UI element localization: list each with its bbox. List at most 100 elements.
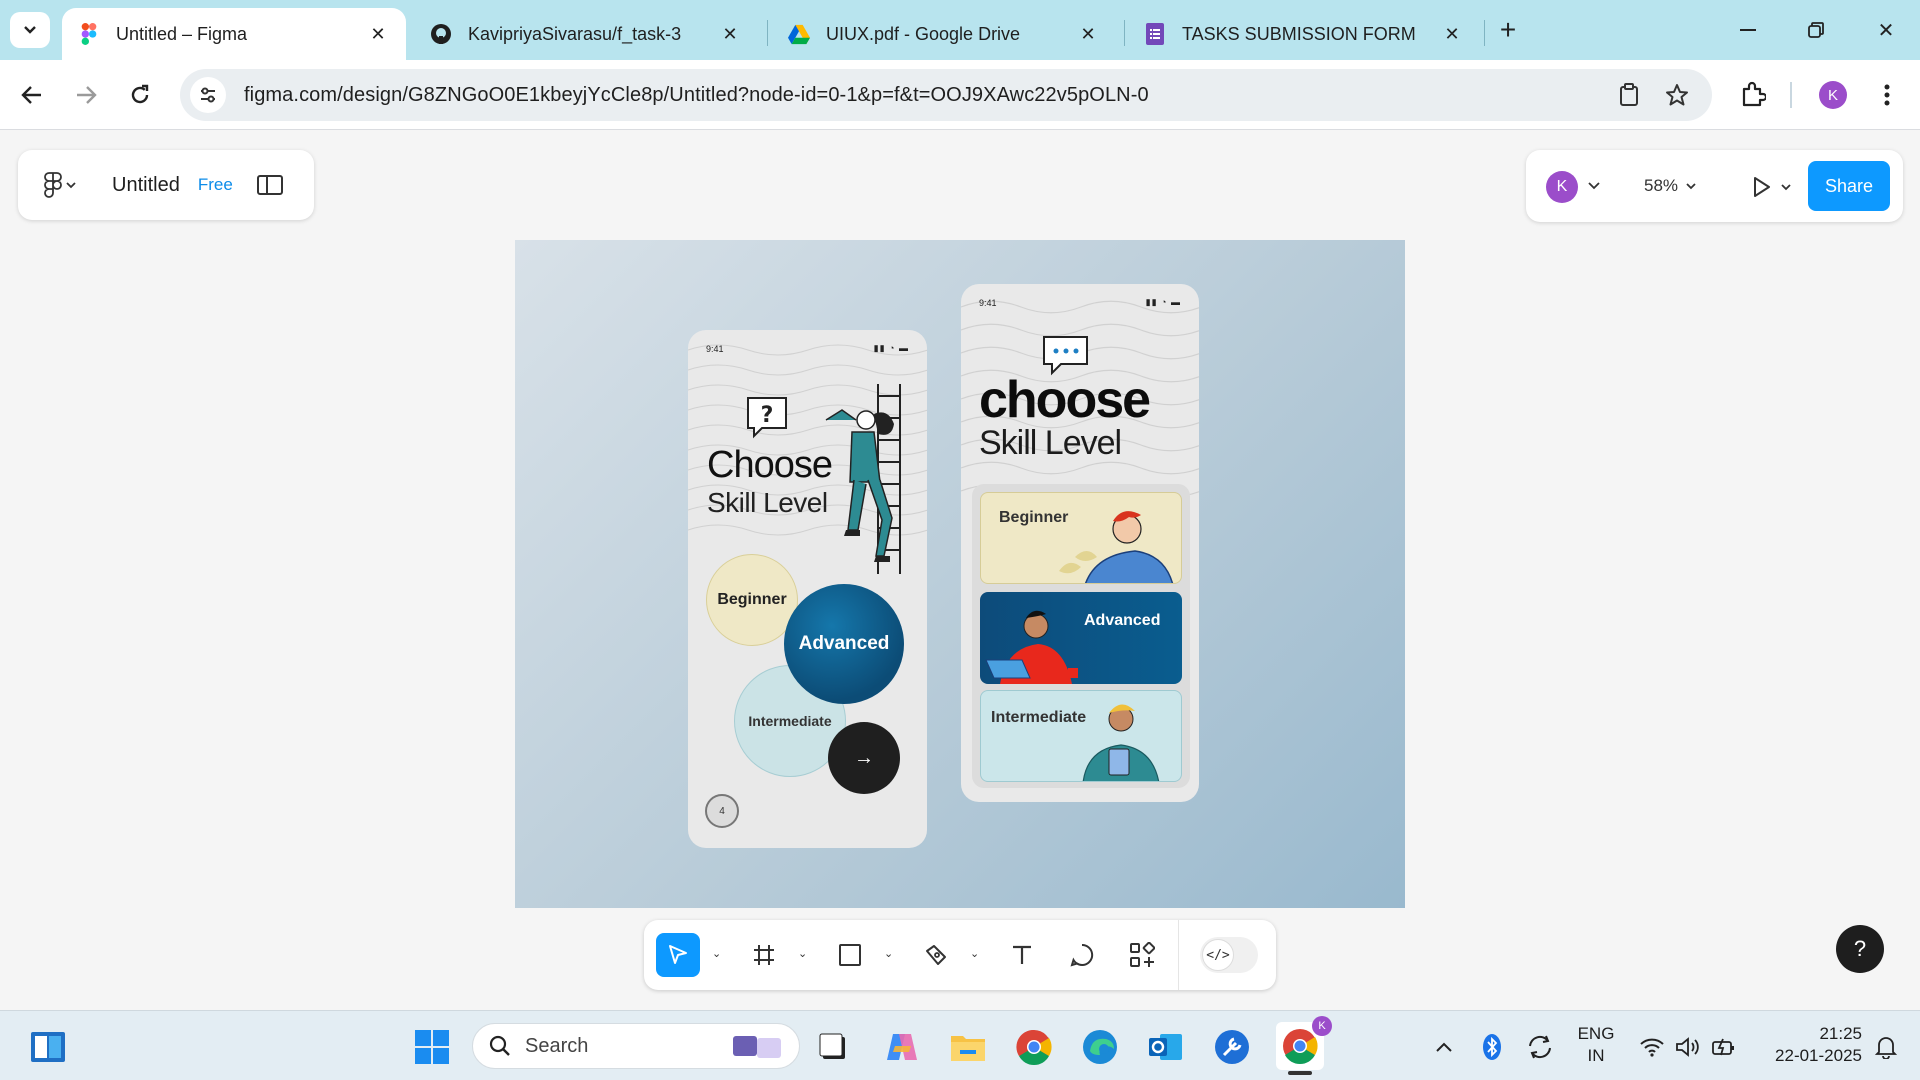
close-icon[interactable]: ✕: [1076, 22, 1100, 46]
outlook-icon[interactable]: [1144, 1025, 1188, 1069]
comment-tool[interactable]: [1060, 933, 1104, 977]
clock[interactable]: 21:25 22-01-2025: [1758, 1023, 1862, 1067]
phone-mockup-circles[interactable]: 9:41 ▮▮ ◔ ▬ ? Choose Skill Level Beginne…: [688, 330, 927, 848]
status-time: 9:41: [706, 344, 724, 354]
sync-icon[interactable]: [1518, 1025, 1562, 1069]
file-explorer-icon[interactable]: [946, 1025, 990, 1069]
figma-header-right: K 58% Share: [1526, 150, 1903, 222]
svg-text:?: ?: [761, 403, 774, 428]
help-button[interactable]: ?: [1836, 925, 1884, 973]
screen-title: choose: [979, 371, 1151, 429]
figma-main-menu[interactable]: [44, 172, 84, 198]
widgets-icon[interactable]: [26, 1025, 70, 1069]
move-tool[interactable]: [656, 933, 700, 977]
actions-tool[interactable]: [1120, 933, 1164, 977]
taskbar-search[interactable]: Search: [472, 1023, 800, 1069]
tab-title: KavipriyaSivarasu/f_task-3: [468, 23, 682, 44]
minimize-button[interactable]: [1728, 12, 1768, 48]
forward-button[interactable]: [68, 77, 104, 113]
beginner-card[interactable]: Beginner: [980, 492, 1182, 584]
restore-button[interactable]: [1796, 12, 1836, 48]
minimize-icon: [1740, 29, 1756, 31]
figma-logo-icon: [44, 172, 62, 198]
more-menu-icon[interactable]: [1870, 78, 1904, 112]
language-indicator[interactable]: ENG IN: [1570, 1023, 1622, 1067]
skill-card-list: Beginner Advanced Intermediate: [972, 484, 1190, 788]
advanced-option[interactable]: Advanced: [784, 584, 904, 704]
copilot-icon[interactable]: [880, 1025, 924, 1069]
browser-tab-strip: Untitled – Figma ✕ KavipriyaSivarasu/f_t…: [0, 0, 1920, 60]
close-icon[interactable]: ✕: [366, 22, 390, 46]
advanced-card[interactable]: Advanced: [980, 592, 1182, 684]
back-button[interactable]: [14, 77, 50, 113]
text-icon: [1013, 945, 1031, 964]
chevron-down-icon[interactable]: [1588, 182, 1600, 190]
arrow-right-icon: [77, 86, 97, 104]
settings-tool-icon[interactable]: [1210, 1025, 1254, 1069]
restore-icon: [1808, 22, 1824, 38]
site-info-icon[interactable]: [190, 77, 226, 113]
frame-icon: [754, 945, 774, 965]
reload-button[interactable]: [122, 77, 158, 113]
chevron-down-icon[interactable]: ⌄: [970, 947, 979, 960]
beginner-illustration: [1059, 511, 1174, 583]
edge-icon[interactable]: [1078, 1025, 1122, 1069]
tab-google-forms[interactable]: TASKS SUBMISSION FORM ✕: [1128, 8, 1480, 60]
cursor-icon: [669, 945, 687, 964]
notification-bell-icon[interactable]: [1864, 1025, 1908, 1069]
chrome-icon[interactable]: [1012, 1025, 1056, 1069]
chevron-down-icon: [66, 182, 76, 189]
battery-icon[interactable]: [1702, 1025, 1746, 1069]
tab-google-drive[interactable]: UIUX.pdf - Google Drive ✕: [772, 8, 1116, 60]
zoom-level: 58%: [1643, 176, 1679, 195]
close-icon[interactable]: ✕: [1440, 22, 1464, 46]
shape-tool[interactable]: [828, 933, 872, 977]
tab-search-button[interactable]: [10, 12, 50, 48]
arrow-right-icon: →: [854, 746, 874, 769]
share-button[interactable]: Share: [1808, 161, 1890, 211]
file-name[interactable]: Untitled: [112, 174, 180, 197]
chevron-down-icon[interactable]: ⌄: [884, 947, 893, 960]
dev-mode-toggle[interactable]: </>: [1200, 937, 1258, 973]
bluetooth-icon[interactable]: [1470, 1025, 1514, 1069]
pen-tool[interactable]: [914, 933, 958, 977]
chrome-profile-icon[interactable]: K: [1276, 1016, 1332, 1070]
new-tab-button[interactable]: +: [1492, 14, 1524, 46]
tab-github[interactable]: KavipriyaSivarasu/f_task-3 ✕: [414, 8, 758, 60]
plan-badge[interactable]: Free: [198, 175, 233, 195]
chevron-down-icon: [1781, 183, 1791, 190]
tab-title: TASKS SUBMISSION FORM: [1182, 23, 1416, 44]
text-tool[interactable]: [1000, 933, 1044, 977]
address-bar[interactable]: figma.com/design/G8ZNGoO0E1kbeyjYcCle8p/…: [180, 69, 1712, 121]
chevron-down-icon: [1686, 182, 1696, 189]
close-window-button[interactable]: ✕: [1866, 12, 1906, 48]
profile-avatar[interactable]: K: [1816, 78, 1850, 112]
chevron-up-icon[interactable]: [1422, 1025, 1466, 1069]
url-text: figma.com/design/G8ZNGoO0E1kbeyjYcCle8p/…: [244, 83, 1149, 106]
github-icon: [430, 23, 452, 45]
sidebar-toggle-icon[interactable]: [256, 175, 283, 195]
chevron-down-icon[interactable]: ⌄: [798, 947, 807, 960]
figma-icon: [78, 23, 100, 45]
comment-icon: [1070, 943, 1094, 967]
design-frame[interactable]: [515, 240, 1405, 908]
extensions-icon[interactable]: [1736, 77, 1770, 111]
bookmark-star-icon[interactable]: [1660, 78, 1694, 112]
question-bubble-icon: ?: [747, 397, 787, 439]
start-button[interactable]: [410, 1025, 454, 1069]
zoom-dropdown[interactable]: 58%: [1620, 168, 1720, 204]
tab-figma[interactable]: Untitled – Figma ✕: [62, 8, 406, 60]
chevron-down-icon[interactable]: ⌄: [712, 947, 721, 960]
user-avatar[interactable]: K: [1546, 171, 1578, 203]
close-icon[interactable]: ✕: [718, 22, 742, 46]
code-icon: </>: [1202, 939, 1234, 971]
clipboard-icon[interactable]: [1612, 78, 1646, 112]
windows-taskbar: Search K ENG IN 21:25 22-01-2025: [0, 1010, 1920, 1080]
intermediate-card[interactable]: Intermediate: [980, 690, 1182, 782]
phone-mockup-cards[interactable]: 9:41 ▮▮ ◔ ▬ choose Skill Level Beginner …: [961, 284, 1199, 802]
present-button[interactable]: [1742, 170, 1802, 204]
next-button[interactable]: →: [828, 722, 900, 794]
task-view-icon[interactable]: [812, 1025, 856, 1069]
frame-tool[interactable]: [742, 933, 786, 977]
figma-tool-bar: ⌄ ⌄ ⌄ ⌄ </>: [644, 920, 1276, 990]
